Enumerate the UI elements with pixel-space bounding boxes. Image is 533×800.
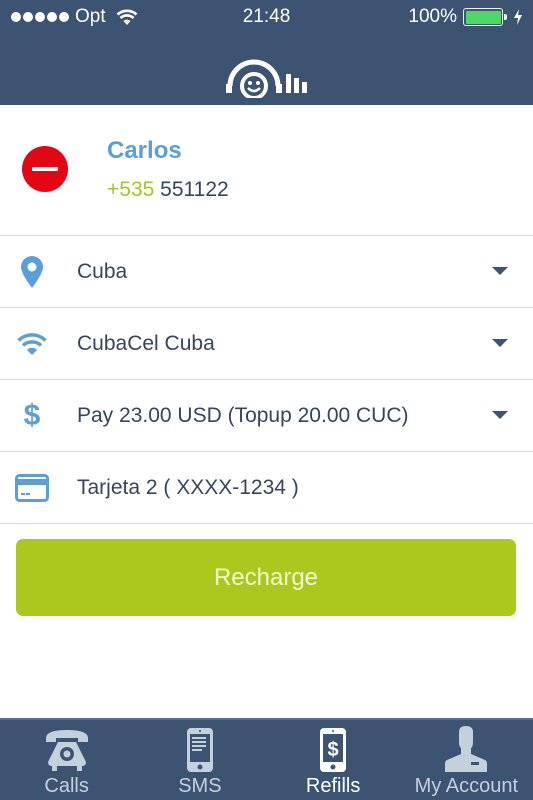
amount-select[interactable]: $ Pay 23.00 USD (Topup 20.00 CUC) [0, 380, 533, 452]
wifi-status-icon [116, 9, 138, 25]
smiley-headphones-logo-icon [226, 59, 307, 98]
operator-value: CubaCel Cuba [77, 332, 215, 355]
status-left: Opt [11, 6, 138, 28]
phone-icon [45, 730, 88, 771]
chevron-down-icon [492, 339, 508, 347]
chevron-down-icon [492, 411, 508, 419]
account-icon [445, 726, 488, 772]
contact-phone: +535 551122 [107, 178, 229, 202]
contact-card [0, 105, 533, 236]
svg-text:$: $ [328, 739, 339, 761]
remove-contact-button[interactable] [22, 146, 68, 192]
dollar-icon: $ [23, 399, 41, 432]
tab-label: Calls [44, 775, 89, 797]
tab-label: Refills [305, 775, 361, 797]
signal-strength-icon [11, 12, 69, 22]
phone-number: 551122 [160, 178, 229, 201]
payment-card-select[interactable]: Tarjeta 2 ( XXXX-1234 ) [0, 452, 533, 524]
chevron-down-icon [492, 267, 508, 275]
operator-select[interactable]: CubaCel Cuba [0, 308, 533, 380]
country-code: +535 [107, 178, 155, 201]
credit-card-icon [12, 470, 52, 506]
header-bar: Opt 21:48 100% [0, 0, 533, 105]
tab-sms[interactable]: SMS [133, 720, 266, 800]
card-value: Tarjeta 2 ( XXXX-1234 ) [77, 476, 299, 499]
battery-icon [463, 8, 507, 26]
battery-percent: 100% [408, 6, 457, 27]
amount-value: Pay 23.00 USD (Topup 20.00 CUC) [77, 404, 409, 427]
carrier-name: Opt [75, 6, 106, 27]
charging-bolt-icon [514, 9, 522, 25]
tab-calls[interactable]: Calls [0, 720, 133, 800]
status-bar: Opt 21:48 100% [0, 0, 533, 36]
tab-label: My Account [414, 775, 519, 797]
status-right: 100% [408, 6, 523, 28]
contact-name: Carlos [107, 137, 182, 164]
refill-phone-icon: $ [320, 728, 347, 772]
tab-bar: Calls SMS $ Refills My Account [0, 718, 533, 800]
tab-my-account[interactable]: My Account [400, 720, 533, 800]
country-select[interactable]: Cuba [0, 236, 533, 308]
recharge-button[interactable]: Recharge [16, 539, 516, 616]
tab-refills[interactable]: $ Refills [267, 720, 400, 800]
location-pin-icon [12, 254, 52, 290]
tab-label: SMS [178, 775, 222, 797]
wifi-icon [12, 326, 52, 362]
sms-phone-icon [186, 728, 213, 772]
country-value: Cuba [77, 260, 128, 283]
